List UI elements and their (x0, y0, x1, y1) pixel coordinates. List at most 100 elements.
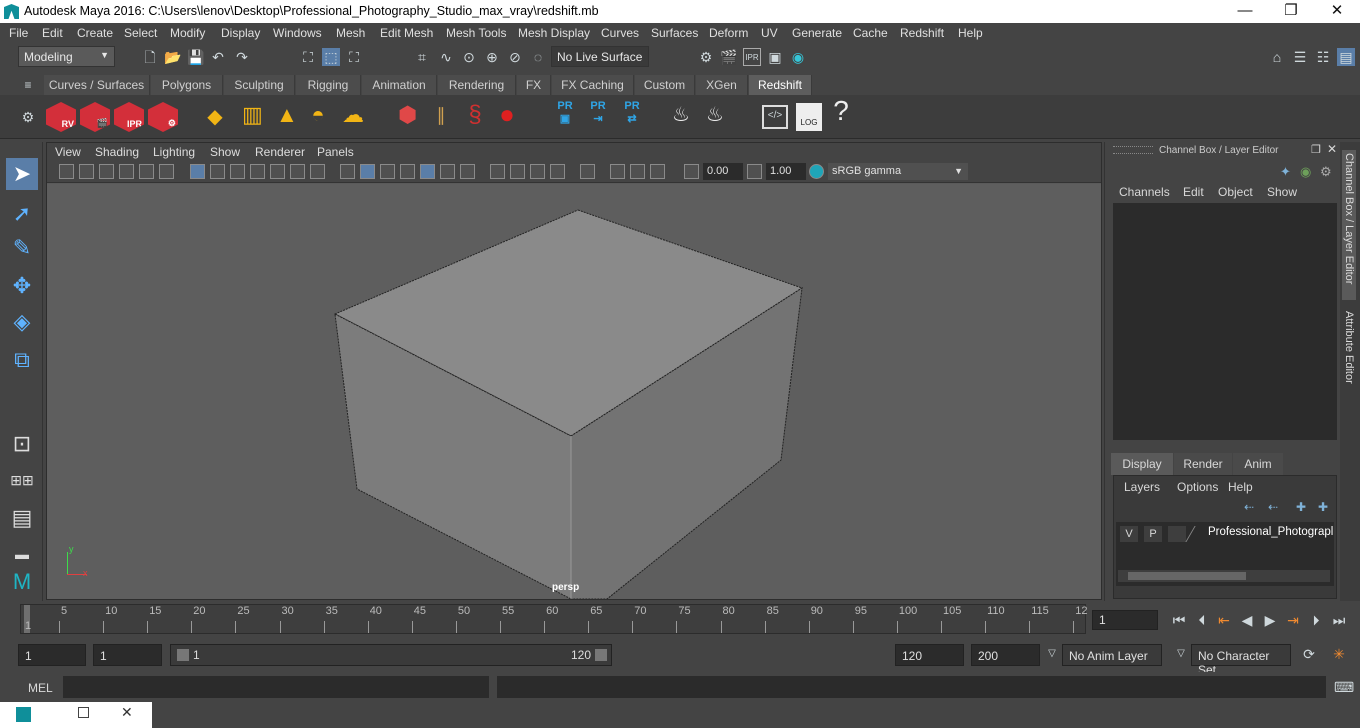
redshift-hair-icon[interactable]: ∥ (432, 106, 450, 124)
redshift-ipr-icon[interactable]: IPR (114, 102, 144, 132)
layer-menu-options[interactable]: Options (1177, 480, 1218, 494)
exposure-field[interactable]: 0.00 (703, 163, 743, 180)
create-layer-from-selected-icon[interactable]: ✚ (1318, 500, 1328, 514)
step-forward-frame-icon[interactable]: ⏵ (1307, 611, 1325, 629)
menu-modify[interactable]: Modify (170, 26, 205, 40)
channel-box-settings-icon[interactable]: ⚙ (1320, 164, 1332, 180)
snap-live-icon[interactable]: ◌ (529, 48, 547, 66)
isolate-select-icon[interactable] (550, 164, 565, 179)
ambient-occlusion-icon[interactable] (460, 164, 475, 179)
tab-curves-surfaces[interactable]: Curves / Surfaces (44, 75, 150, 95)
tab-animation[interactable]: Animation (362, 75, 437, 95)
channel-menu-edit[interactable]: Edit (1183, 185, 1204, 199)
paint-select-tool-icon[interactable]: ✎ (6, 232, 38, 264)
tab-sculpting[interactable]: Sculpting (224, 75, 295, 95)
film-gate-icon[interactable] (210, 164, 225, 179)
hypershade-icon[interactable]: ◉ (789, 48, 807, 66)
help-icon[interactable]: ? (832, 97, 850, 125)
redshift-render-settings-icon[interactable]: ⚙ (148, 102, 178, 132)
menu-display[interactable]: Display (221, 26, 260, 40)
redo-icon[interactable]: ↷ (233, 48, 251, 66)
tab-xgen[interactable]: XGen (696, 75, 748, 95)
menu-mesh-display[interactable]: Mesh Display (518, 26, 590, 40)
time-slider[interactable]: 1 5 10 15 20 25 30 35 40 45 50 55 60 65 70 75 80 85 90 95 10… (0, 604, 1360, 636)
range-end-handle[interactable] (595, 649, 607, 661)
close-panel-icon[interactable]: ✕ (1327, 142, 1337, 156)
viewport-menu-panels[interactable]: Panels (317, 145, 354, 159)
single-perspective-layout-icon[interactable]: ⊡ (6, 428, 38, 460)
layer-tab-render[interactable]: Render (1174, 453, 1232, 475)
minimize-button[interactable]: — (1222, 0, 1268, 23)
viewport-menu-shading[interactable]: Shading (95, 145, 139, 159)
timeline-ruler[interactable]: 1 5 10 15 20 25 30 35 40 45 50 55 60 65 70 75 80 85 90 95 10… (20, 604, 1088, 634)
gamma-icon[interactable] (747, 164, 762, 179)
shelf-menu-icon[interactable]: ≡ (19, 76, 37, 94)
select-object-icon[interactable]: ⬚ (322, 48, 340, 66)
pr-proxy-import-icon[interactable]: PR ⇥ (586, 100, 610, 125)
channel-menu-channels[interactable]: Channels (1119, 185, 1170, 199)
grease-pencil-icon[interactable] (159, 164, 174, 179)
tab-polygons[interactable]: Polygons (151, 75, 223, 95)
color-management-toggle-icon[interactable] (809, 164, 824, 179)
channel-menu-object[interactable]: Object (1218, 185, 1253, 199)
tab-redshift[interactable]: Redshift (749, 75, 812, 95)
safe-title-icon[interactable] (310, 164, 325, 179)
go-to-start-icon[interactable]: ⏮ (1170, 611, 1188, 629)
character-set-arrow-icon[interactable]: ▽ (1172, 645, 1190, 663)
redshift-cache-icon[interactable]: ♨ (672, 105, 690, 125)
redshift-sun-sky-icon[interactable]: ☁ (342, 104, 364, 126)
channel-menu-show[interactable]: Show (1267, 185, 1297, 199)
menu-surfaces[interactable]: Surfaces (651, 26, 698, 40)
live-surface-field[interactable]: No Live Surface (551, 46, 649, 67)
camera-select-icon[interactable] (59, 164, 74, 179)
perspective-viewport[interactable]: persp y x (47, 184, 1101, 599)
open-scene-icon[interactable]: 📂 (164, 48, 182, 66)
two-d-pan-icon[interactable] (139, 164, 154, 179)
bookmark-icon[interactable] (99, 164, 114, 179)
wireframe-icon[interactable] (340, 164, 355, 179)
viewport-menu-view[interactable]: View (55, 145, 81, 159)
anti-aliasing-icon[interactable] (510, 164, 525, 179)
panel-drag-handle[interactable] (1113, 146, 1153, 154)
redshift-curve-icon[interactable]: § (466, 103, 484, 127)
xray-joints-icon[interactable] (610, 164, 625, 179)
layer-horizontal-scrollbar[interactable] (1118, 570, 1330, 582)
select-component-icon[interactable]: ⛶ (345, 48, 363, 66)
menu-help[interactable]: Help (958, 26, 983, 40)
layer-tab-anim[interactable]: Anim (1233, 453, 1283, 475)
rotate-tool-icon[interactable]: ◈ (6, 306, 38, 338)
go-to-end-icon[interactable]: ⏭ (1330, 611, 1348, 629)
render-view-icon[interactable]: ▣ (766, 48, 784, 66)
restore-icon[interactable] (78, 707, 89, 718)
layer-menu-help[interactable]: Help (1228, 480, 1253, 494)
camera-attributes-icon[interactable] (79, 164, 94, 179)
image-plane-icon[interactable] (119, 164, 134, 179)
tab-rendering[interactable]: Rendering (438, 75, 516, 95)
select-tool-icon[interactable]: ➤ (6, 158, 38, 190)
tab-custom[interactable]: Custom (635, 75, 695, 95)
play-backwards-icon[interactable]: ◀ (1238, 611, 1256, 629)
tool-settings-toggle-icon[interactable]: ☷ (1314, 48, 1332, 66)
step-back-frame-icon[interactable]: ⏴ (1193, 611, 1211, 629)
menu-curves[interactable]: Curves (601, 26, 639, 40)
menu-edit[interactable]: Edit (42, 26, 63, 40)
channel-box-options-icon[interactable]: ✦ (1280, 164, 1291, 180)
playback-end-field[interactable]: 120 (895, 644, 964, 666)
field-chart-icon[interactable] (270, 164, 285, 179)
side-tab-channel-box[interactable]: Channel Box / Layer Editor (1342, 150, 1356, 300)
range-slider[interactable]: 1 120 (170, 644, 612, 666)
layer-type-toggle[interactable] (1168, 526, 1186, 542)
layer-tab-display[interactable]: Display (1111, 453, 1173, 475)
script-editor-icon[interactable]: ⌨ (1334, 678, 1354, 696)
animation-preferences-icon[interactable]: ✳ (1330, 645, 1348, 663)
layer-menu-layers[interactable]: Layers (1124, 480, 1160, 494)
redshift-mesh-lod-icon[interactable]: ⬢ (398, 104, 417, 126)
tab-fx-caching[interactable]: FX Caching (552, 75, 634, 95)
viewport-scene[interactable] (47, 184, 1101, 599)
mode-dropdown[interactable]: Modeling ▼ (18, 46, 115, 67)
maximize-button[interactable]: ❐ (1268, 0, 1314, 23)
tab-rigging[interactable]: Rigging (296, 75, 361, 95)
pr-proxy-convert-icon[interactable]: PR ⇄ (620, 100, 644, 125)
menu-uv[interactable]: UV (761, 26, 778, 40)
backface-culling-icon[interactable] (650, 164, 665, 179)
